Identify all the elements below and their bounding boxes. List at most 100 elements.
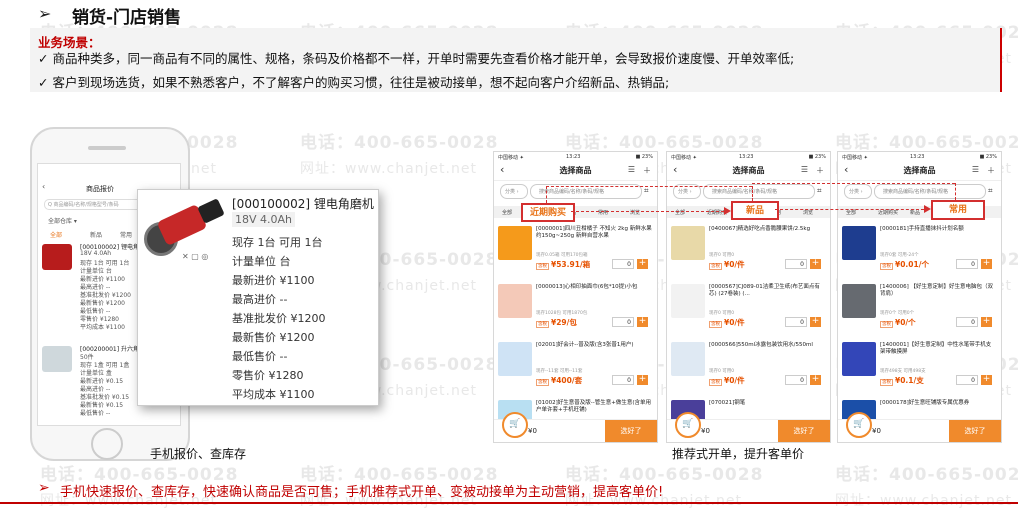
quantity-input[interactable]: 0 [612, 317, 634, 327]
clock: 13:23 [739, 154, 754, 160]
product-thumbnail [671, 284, 705, 318]
status-bar: 中国移动 ✦ 13:23 ■ 23% [667, 152, 830, 162]
tax-tag: 含税 [880, 321, 893, 328]
scan-list-icon[interactable]: ☰ [972, 165, 979, 174]
tax-tag: 含税 [709, 263, 722, 270]
phone-tab-all[interactable]: 全部 [50, 230, 62, 239]
list-item[interactable]: [0000001]四川丑柑橘子 不知火 2kg 新鲜水果约150g~250g 新… [494, 222, 657, 273]
add-quantity-button[interactable]: + [981, 317, 992, 327]
product-price: 含税 ¥53.91/箱 [536, 259, 590, 270]
cart-total: ¥0 [528, 427, 537, 435]
tab-0[interactable]: 全部 [846, 209, 856, 216]
list-item[interactable]: [1400001]【好生意定制】中性水笔带手机支架带触摸屏 现存498支 可用49… [838, 338, 1001, 389]
title-arrow-icon: ➢ [38, 4, 52, 23]
watermark-phone: 电话：400-665-0028 [565, 133, 764, 153]
price-value: ¥0/件 [724, 376, 745, 385]
add-quantity-button[interactable]: + [810, 259, 821, 269]
add-quantity-button[interactable]: + [810, 317, 821, 327]
scenario-line-1: ✓ 商品种类多，同一商品有不同的属性、规格，条码及价格都不一样，开单时需要先查看… [38, 51, 795, 66]
bottom-divider [0, 502, 1018, 504]
nav-bar: ‹ 选择商品 ☰ ＋ [838, 162, 1001, 181]
tab-2[interactable]: 新品 [910, 209, 920, 216]
cart-total: ¥0 [701, 427, 710, 435]
quantity-input[interactable]: 0 [785, 259, 807, 269]
quantity-input[interactable]: 0 [956, 317, 978, 327]
list-item[interactable]: [02001]好会计--普及版(含3张普1用户) 现存--11套 可用--11套含… [494, 338, 657, 389]
list-item[interactable]: [0000013]心相印抽面巾(6包*10提)小包 现存1028包 可用1870包… [494, 280, 657, 331]
popup-line: 计量单位 台 [232, 255, 291, 268]
scan-icon[interactable]: ⌗ [644, 186, 649, 196]
product-thumbnail [671, 226, 705, 260]
scenario-line-2: ✓ 客户到现场选货，如果不熟悉客户，不了解客户的购买习惯，往往是被动接单，想不起… [38, 75, 670, 90]
status-bar: 中国移动 ✦ 13:23 ■ 23% [838, 152, 1001, 162]
scan-icon[interactable]: ⌗ [988, 186, 993, 196]
cart-footer: 🛒 ¥0 选好了 [494, 412, 657, 442]
tax-tag: 含税 [880, 379, 893, 386]
filter-tabs: 全部近期购买新品常用浏览 [494, 206, 657, 218]
image-toolbar-icon[interactable]: ✕ ▢ ◎ [182, 252, 208, 261]
list-item[interactable]: [0000181]手持直播抹抖计划名额 现存0套 可用-24个 含税 ¥0.01/个 0… [838, 222, 1001, 273]
phone-home-button[interactable] [91, 428, 123, 460]
tab-4[interactable]: 浏览 [803, 209, 813, 216]
add-quantity-button[interactable]: + [810, 375, 821, 385]
add-quantity-button[interactable]: + [981, 259, 992, 269]
phone-tab-new[interactable]: 新品 [90, 230, 102, 239]
search-input[interactable]: 搜索商品编码/名称/条码/规格 [874, 184, 986, 199]
scan-list-icon[interactable]: ☰ [801, 165, 808, 174]
battery-icon: ■ 23% [635, 154, 653, 160]
carrier: 中国移动 ✦ [498, 155, 524, 161]
phone-title: 商品报价 [86, 185, 114, 193]
product-name: [0000178]好生意旺铺版专属优惠券 [880, 400, 970, 406]
product-name: [0000181]手持直播抹抖计划名额 [880, 226, 964, 232]
add-icon[interactable]: ＋ [643, 165, 651, 176]
phone-tab-common[interactable]: 常用 [120, 230, 132, 239]
stock-info: 现存498支 可用498支 [880, 369, 926, 374]
price-value: ¥0/件 [724, 318, 745, 327]
stock-info: 现存--11套 可用--11套 [536, 369, 583, 374]
quantity-input[interactable]: 0 [785, 375, 807, 385]
product-thumbnail [498, 342, 532, 376]
quantity-input[interactable]: 0 [785, 317, 807, 327]
category-filter[interactable]: 分类 › [844, 184, 872, 199]
back-icon[interactable]: ‹ [42, 182, 45, 191]
add-icon[interactable]: ＋ [987, 165, 995, 176]
add-icon[interactable]: ＋ [816, 165, 824, 176]
list-item[interactable]: [0400067]精选好吃点香脆腰果饼/2.5kg 现存0 可用0 含税 ¥0/件 0 + [667, 222, 830, 273]
quantity-input[interactable]: 0 [612, 259, 634, 269]
quantity-input[interactable]: 0 [612, 375, 634, 385]
cart-icon[interactable]: 🛒 [675, 412, 701, 438]
add-quantity-button[interactable]: + [981, 375, 992, 385]
price-value: ¥0/个 [895, 318, 916, 327]
product-price: 含税 ¥0.01/个 [880, 259, 929, 270]
connector [752, 183, 955, 184]
phone-speaker [88, 146, 126, 150]
add-quantity-button[interactable]: + [637, 259, 648, 269]
tab-1[interactable]: 近期购买 [878, 209, 898, 216]
scan-list-icon[interactable]: ☰ [628, 165, 635, 174]
cart-icon[interactable]: 🛒 [502, 412, 528, 438]
list-item[interactable]: [1400006] 【好生意定制】好生意电脑包（双背肩） 现存0个 可用0个 含税 ¥… [838, 280, 1001, 331]
confirm-button[interactable]: 选好了 [949, 420, 1001, 442]
quantity-input[interactable]: 0 [956, 259, 978, 269]
product-name: [0000013]心相印抽面巾(6包*10提)小包 [536, 284, 638, 290]
add-quantity-button[interactable]: + [637, 375, 648, 385]
watermark-site: 网址：www.chanjet.net [300, 161, 477, 177]
confirm-button[interactable]: 选好了 [605, 420, 657, 442]
product-thumbnail [498, 284, 532, 318]
confirm-button[interactable]: 选好了 [778, 420, 830, 442]
scan-icon[interactable]: ⌗ [817, 186, 822, 196]
cart-icon[interactable]: 🛒 [846, 412, 872, 438]
quantity-input[interactable]: 0 [956, 375, 978, 385]
phone-item-thumb-1 [42, 244, 72, 270]
apps-caption: 推荐式开单，提升客单价 [672, 447, 805, 461]
carrier: 中国移动 ✦ [671, 155, 697, 161]
list-item[interactable]: [0000567]CJ089-01洁柔卫生纸(布艺面点有芯) (27卷装) (.… [667, 280, 830, 331]
list-item[interactable]: [0000566]550ml冰露包装饮用水/550ml 现存0 可用0 含税 ¥0/件… [667, 338, 830, 389]
tab-0[interactable]: 全部 [502, 209, 512, 216]
category-filter[interactable]: 分类 › [500, 184, 528, 199]
tax-tag: 含税 [709, 321, 722, 328]
phone-warehouse-select[interactable]: 全部仓库 ▾ [48, 216, 77, 225]
add-quantity-button[interactable]: + [637, 317, 648, 327]
popup-line: 平均成本 ¥1100 [232, 388, 315, 401]
product-thumbnail [842, 226, 876, 260]
